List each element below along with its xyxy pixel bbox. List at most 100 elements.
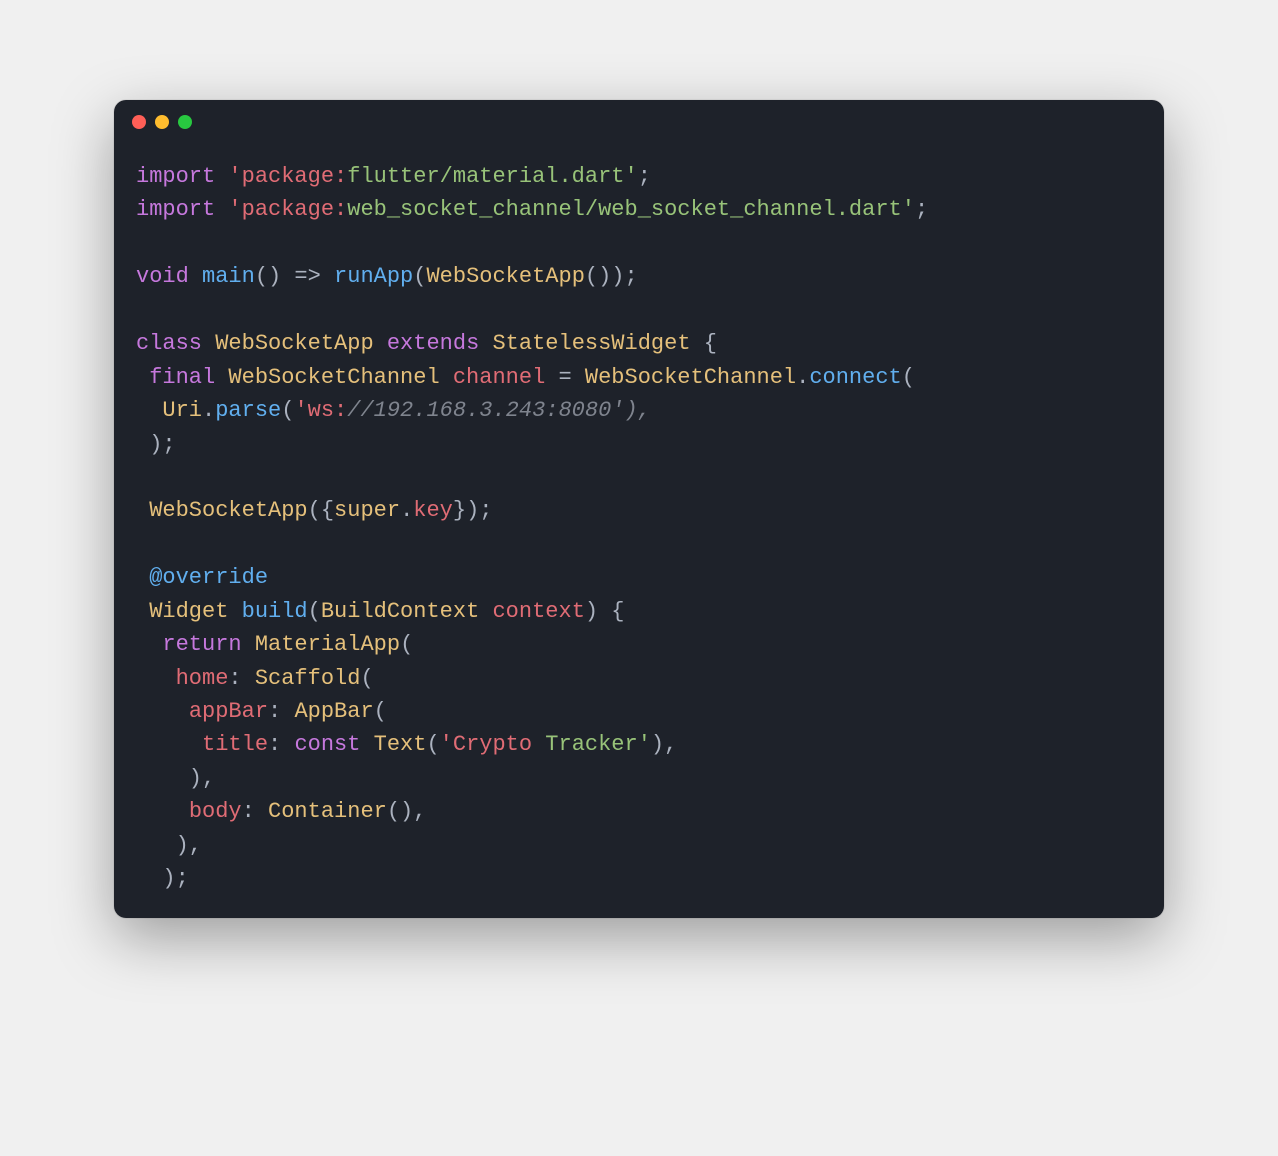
code-token: void <box>136 264 202 289</box>
code-token: Text <box>374 732 427 757</box>
code-token: Container <box>268 799 387 824</box>
code-line: import 'package:web_socket_channel/web_s… <box>136 193 1142 226</box>
code-line: appBar: AppBar( <box>136 695 1142 728</box>
code-token <box>136 732 202 757</box>
code-token: @override <box>149 565 268 590</box>
window-titlebar <box>114 100 1164 144</box>
code-token: web_socket_channel/web_socket_channel.da… <box>347 197 915 222</box>
code-token: extends <box>387 331 493 356</box>
code-token: context <box>492 599 584 624</box>
code-line: class WebSocketApp extends StatelessWidg… <box>136 327 1142 360</box>
code-token: Uri <box>162 398 202 423</box>
code-line: Widget build(BuildContext context) { <box>136 595 1142 628</box>
code-token: 'ws: <box>294 398 347 423</box>
code-line: ); <box>136 862 1142 895</box>
code-token: WebSocketApp <box>149 498 307 523</box>
code-token: main <box>202 264 255 289</box>
code-line <box>136 528 1142 561</box>
code-token: Widget <box>149 599 241 624</box>
code-line: import 'package:flutter/material.dart'; <box>136 160 1142 193</box>
code-token: key <box>413 498 453 523</box>
code-token: final <box>149 365 228 390</box>
code-token: WebSocketApp <box>215 331 387 356</box>
code-token: import <box>136 164 228 189</box>
code-token: ), <box>136 766 215 791</box>
code-token: ); <box>136 432 176 457</box>
code-token: ( <box>413 264 426 289</box>
code-token: { <box>704 331 717 356</box>
code-line: return MaterialApp( <box>136 628 1142 661</box>
code-token: import <box>136 197 228 222</box>
code-token: : <box>268 699 294 724</box>
code-token: //192.168.3.243:8080'), <box>347 398 651 423</box>
code-token: (), <box>387 799 427 824</box>
code-token: body <box>189 799 242 824</box>
code-token: parse <box>215 398 281 423</box>
close-icon[interactable] <box>132 115 146 129</box>
code-line: ), <box>136 829 1142 862</box>
code-token: return <box>162 632 254 657</box>
code-line: void main() => runApp(WebSocketApp()); <box>136 260 1142 293</box>
code-token <box>136 632 162 657</box>
code-token: ( <box>360 666 373 691</box>
code-token: const <box>294 732 373 757</box>
code-token: ), <box>136 833 202 858</box>
code-token: StatelessWidget <box>492 331 703 356</box>
code-token: 'package: <box>228 197 347 222</box>
code-line: title: const Text('Crypto Tracker'), <box>136 728 1142 761</box>
code-token <box>136 565 149 590</box>
code-token: appBar <box>189 699 268 724</box>
maximize-icon[interactable] <box>178 115 192 129</box>
code-token <box>136 365 149 390</box>
minimize-icon[interactable] <box>155 115 169 129</box>
code-token: WebSocketApp <box>426 264 584 289</box>
code-token: }); <box>453 498 493 523</box>
code-token: . <box>796 365 809 390</box>
code-token: () => <box>255 264 334 289</box>
code-token: ), <box>651 732 677 757</box>
code-token: super <box>334 498 400 523</box>
code-token: ; <box>638 164 651 189</box>
code-token: build <box>242 599 308 624</box>
code-token: home <box>176 666 229 691</box>
code-line <box>136 294 1142 327</box>
code-token: ()); <box>585 264 638 289</box>
code-token: BuildContext <box>321 599 493 624</box>
code-token <box>136 666 176 691</box>
code-token: . <box>202 398 215 423</box>
code-token: ( <box>902 365 915 390</box>
code-token: flutter/material.dart' <box>347 164 637 189</box>
code-token: title <box>202 732 268 757</box>
code-token: WebSocketChannel <box>228 365 452 390</box>
code-line: home: Scaffold( <box>136 662 1142 695</box>
code-token: MaterialApp <box>255 632 400 657</box>
code-token: ; <box>915 197 928 222</box>
code-token: Scaffold <box>255 666 361 691</box>
code-token: ( <box>281 398 294 423</box>
code-token: : <box>268 732 294 757</box>
code-line: ), <box>136 762 1142 795</box>
code-token <box>136 398 162 423</box>
code-token: ( <box>374 699 387 724</box>
code-line: Uri.parse('ws://192.168.3.243:8080'), <box>136 394 1142 427</box>
code-token: ( <box>308 599 321 624</box>
code-token: . <box>400 498 413 523</box>
code-token: : <box>242 799 268 824</box>
code-token: ( <box>426 732 439 757</box>
code-line: body: Container(), <box>136 795 1142 828</box>
code-token: connect <box>809 365 901 390</box>
code-token <box>136 699 189 724</box>
code-token: channel <box>453 365 559 390</box>
code-line: @override <box>136 561 1142 594</box>
code-token: = <box>558 365 584 390</box>
code-token: class <box>136 331 215 356</box>
code-token: : <box>228 666 254 691</box>
code-editor-content: import 'package:flutter/material.dart';i… <box>114 144 1164 918</box>
code-token: Tracker' <box>532 732 651 757</box>
code-token: runApp <box>334 264 413 289</box>
code-token <box>136 498 149 523</box>
code-line: WebSocketApp({super.key}); <box>136 494 1142 527</box>
code-token: ) { <box>585 599 625 624</box>
code-line <box>136 461 1142 494</box>
code-token: 'package: <box>228 164 347 189</box>
